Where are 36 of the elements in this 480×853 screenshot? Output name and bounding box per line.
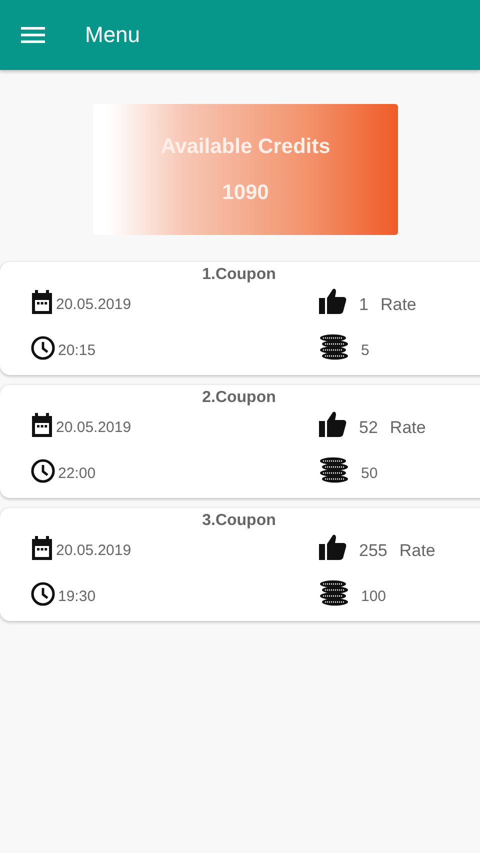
like-count: 1 bbox=[359, 296, 368, 314]
coupon-title: 2.Coupon bbox=[202, 389, 276, 407]
coins-icon bbox=[319, 457, 349, 483]
coins-icon bbox=[319, 334, 349, 360]
clock-icon bbox=[31, 459, 55, 483]
coupon-date: 20.05.2019 bbox=[56, 419, 132, 437]
rate-label: Rate bbox=[399, 542, 436, 560]
coupon-card[interactable]: 1.Coupon 20.05.2019 1 Rate 20:15 5 bbox=[0, 262, 480, 375]
calendar-icon bbox=[31, 536, 53, 560]
coupon-title: 1.Coupon bbox=[202, 266, 276, 284]
app-title: Menu bbox=[85, 22, 140, 48]
coupon-time: 20:15 bbox=[58, 342, 96, 360]
coupon-title: 3.Coupon bbox=[202, 512, 276, 530]
coupon-card[interactable]: 3.Coupon 20.05.2019 255 Rate 19:30 100 bbox=[0, 508, 480, 621]
rate-label: Rate bbox=[380, 296, 416, 314]
rate-label: Rate bbox=[390, 419, 426, 437]
thumbs-up-icon bbox=[319, 288, 347, 314]
coin-amount: 5 bbox=[361, 342, 370, 360]
thumbs-up-icon bbox=[319, 411, 347, 437]
clock-icon bbox=[31, 336, 55, 360]
like-count: 52 bbox=[359, 419, 378, 437]
coupon-date: 20.05.2019 bbox=[56, 542, 132, 560]
coupon-time: 22:00 bbox=[58, 465, 96, 483]
thumbs-up-icon bbox=[319, 534, 347, 560]
coins-icon bbox=[319, 580, 349, 606]
coupon-date: 20.05.2019 bbox=[56, 296, 132, 314]
coin-amount: 50 bbox=[361, 465, 378, 483]
clock-icon bbox=[31, 582, 55, 606]
menu-icon[interactable] bbox=[21, 26, 45, 44]
coupon-card[interactable]: 2.Coupon 20.05.2019 52 Rate 22:00 50 bbox=[0, 385, 480, 498]
calendar-icon bbox=[31, 290, 53, 314]
like-count: 255 bbox=[359, 542, 388, 560]
coin-amount: 100 bbox=[361, 588, 386, 606]
calendar-icon bbox=[31, 413, 53, 437]
coupon-time: 19:30 bbox=[58, 588, 96, 606]
credits-value: 1090 bbox=[222, 180, 269, 204]
